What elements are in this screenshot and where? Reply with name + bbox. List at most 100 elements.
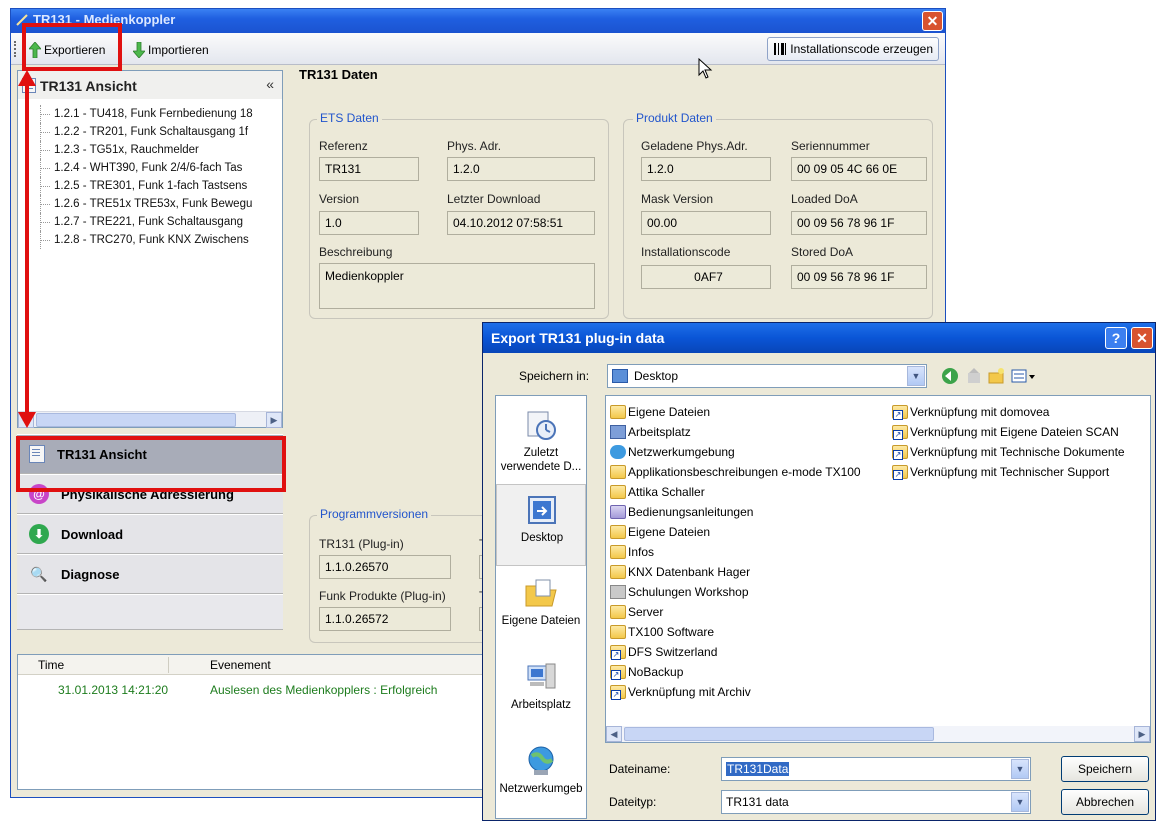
shortcut-icon [892,405,908,420]
place-label: Eigene Dateien [501,615,581,627]
dialog-title: Export TR131 plug-in data [491,330,665,346]
funk-version-label: Funk Produkte (Plug-in) [319,589,446,603]
list-item[interactable]: Bedienungsanleitungen [610,502,753,522]
installation-code-label: Installationscode [641,245,731,259]
tree-item[interactable]: 1.2.1 - TU418, Funk Fernbedienung 18 [18,105,282,123]
column-divider [168,657,169,673]
tree-panel-title: TR131 Ansicht [40,78,137,94]
up-folder-icon[interactable] [965,367,983,385]
dialog-help-button[interactable]: ? [1105,327,1127,349]
list-item[interactable]: Verknüpfung mit Technische Dokumente [892,442,1125,462]
places-bar: Zuletzt verwendete D... Desktop Eigene D… [495,395,587,819]
view-menu-icon[interactable] [1011,367,1037,385]
list-item[interactable]: Arbeitsplatz [610,422,691,442]
dialog-title-bar[interactable]: Export TR131 plug-in data ? ✕ [483,323,1155,353]
magnifier-icon: 🔍 [29,564,49,584]
filetype-select[interactable]: TR131 data ▼ [721,790,1031,814]
filename-input[interactable]: TR131Data ▼ [721,757,1031,781]
place-my-computer[interactable]: Arbeitsplatz [496,652,586,734]
collapse-panel-button[interactable]: « [266,76,274,92]
save-in-dropdown[interactable]: Desktop ▼ [607,364,927,388]
tree-item[interactable]: 1.2.2 - TR201, Funk Schaltausgang 1f [18,123,282,141]
phys-addr-label: Phys. Adr. [447,139,502,153]
arrow-down-icon [133,42,145,58]
scroll-left-button[interactable]: ◀ [606,726,622,742]
close-button[interactable]: ✕ [922,11,943,31]
file-list: Eigene Dateien Arbeitsplatz Netzwerkumge… [605,395,1151,743]
list-item[interactable]: Eigene Dateien [610,402,710,422]
scroll-thumb[interactable] [624,727,934,741]
shortcut-icon [610,645,626,660]
tree-item[interactable]: 1.2.4 - WHT390, Funk 2/4/6-fach Tas [18,159,282,177]
list-item[interactable]: Verknüpfung mit Eigene Dateien SCAN [892,422,1119,442]
nav-download[interactable]: ⬇ Download [17,514,283,554]
log-column-time[interactable]: Time [38,658,64,672]
log-time-cell: 31.01.2013 14:21:20 [58,683,169,697]
shortcut-icon [610,665,626,680]
dialog-close-button[interactable]: ✕ [1131,327,1153,349]
scroll-right-button[interactable]: ▶ [266,412,282,428]
folder-icon [610,585,626,599]
back-icon[interactable] [941,367,959,385]
list-item[interactable]: KNX Datenbank Hager [610,562,750,582]
tree-item[interactable]: 1.2.7 - TRE221, Funk Schaltausgang [18,213,282,231]
list-item[interactable]: NoBackup [610,662,683,682]
funk-version-field: 1.1.0.26572 [319,607,451,631]
place-network[interactable]: Netzwerkumgeb [496,736,586,818]
version-label: Version [319,192,360,206]
mask-version-field: 00.00 [641,211,771,235]
log-column-event[interactable]: Evenement [210,658,271,672]
place-recent[interactable]: Zuletzt verwendete D... [496,400,586,482]
new-folder-icon[interactable] [987,367,1005,385]
list-item[interactable]: DFS Switzerland [610,642,717,662]
tr131-view-highlight-box [16,436,286,492]
folder-icon [610,605,626,619]
list-item[interactable]: Verknüpfung mit Technischer Support [892,462,1109,482]
list-item[interactable]: Schulungen Workshop [610,582,749,602]
cancel-button[interactable]: Abbrechen [1061,789,1149,815]
place-desktop[interactable]: Desktop [496,484,586,566]
my-documents-icon [525,579,557,607]
filename-label: Dateiname: [609,762,671,776]
list-item[interactable]: Server [610,602,663,622]
list-item[interactable]: Attika Schaller [610,482,705,502]
tree-item[interactable]: 1.2.8 - TRC270, Funk KNX Zwischens [18,231,282,249]
list-item[interactable]: Infos [610,542,654,562]
import-button[interactable]: Importieren [133,40,209,60]
import-label: Importieren [148,43,209,57]
highlight-connector-line [25,82,29,418]
nav-diagnose[interactable]: 🔍 Diagnose [17,554,283,594]
list-item[interactable]: Verknüpfung mit domovea [892,402,1049,422]
place-my-documents[interactable]: Eigene Dateien [496,568,586,650]
place-label: Zuletzt verwendete D... [500,447,582,473]
title-bar[interactable]: TR131 - Medienkoppler ✕ [11,9,945,33]
list-item[interactable]: TX100 Software [610,622,714,642]
stored-doa-label: Stored DoA [791,245,854,259]
folder-icon [610,545,626,559]
file-list-horizontal-scrollbar[interactable]: ◀ ▶ [606,726,1150,742]
list-item[interactable]: Netzwerkumgebung [610,442,735,462]
scroll-right-button[interactable]: ▶ [1134,726,1150,742]
list-item[interactable]: Eigene Dateien [610,522,710,542]
tree-item[interactable]: 1.2.6 - TRE51x TRE53x, Funk Bewegu [18,195,282,213]
tree-horizontal-scrollbar[interactable]: ◀ ▶ [18,411,282,428]
device-tree: 1.2.1 - TU418, Funk Fernbedienung 18 1.2… [18,105,282,405]
install-code-button[interactable]: Installationscode erzeugen [767,37,939,61]
tree-item[interactable]: 1.2.5 - TRE301, Funk 1-fach Tastsens [18,177,282,195]
chevron-down-icon[interactable]: ▼ [907,366,925,386]
chevron-down-icon[interactable]: ▼ [1011,792,1029,812]
place-label: Netzwerkumgeb [499,783,583,795]
tree-item[interactable]: 1.2.3 - TG51x, Rauchmelder [18,141,282,159]
toolbar-grip[interactable] [14,41,17,57]
product-data-legend: Produkt Daten [633,111,716,125]
chevron-down-icon[interactable]: ▼ [1011,759,1029,779]
list-item[interactable]: Verknüpfung mit Archiv [610,682,751,702]
save-button[interactable]: Speichern [1061,756,1149,782]
scroll-thumb[interactable] [36,413,236,427]
network-icon [528,746,554,775]
export-highlight-box [22,23,122,71]
arrow-up-icon [18,70,36,86]
loaded-phys-addr-field: 1.2.0 [641,157,771,181]
list-item[interactable]: Applikationsbeschreibungen e-mode TX100 [610,462,861,482]
computer-icon [610,425,626,439]
